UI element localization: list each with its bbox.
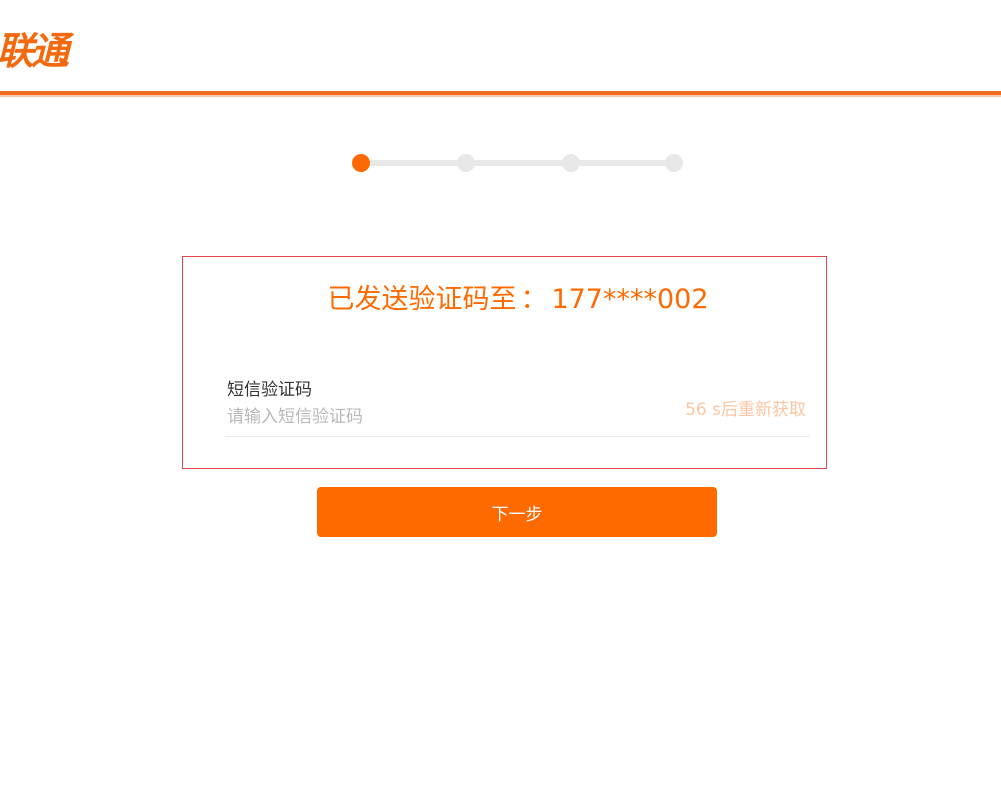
logo[interactable]: 联通 — [0, 28, 69, 74]
progress-stepper — [352, 154, 684, 174]
code-sent-colon: ： — [520, 284, 548, 315]
code-sent-message: 已发送验证码至： 177****002 — [183, 277, 853, 316]
code-sent-prefix: 已发送验证码至 — [327, 284, 517, 315]
logo-text: 联通 — [0, 29, 69, 73]
header-divider-shadow — [0, 95, 1001, 97]
sms-code-input[interactable] — [225, 402, 669, 432]
sms-code-label: 短信验证码 — [227, 380, 312, 400]
step-dot-3 — [562, 154, 580, 172]
step-dot-2 — [457, 154, 475, 172]
stepper-track — [361, 160, 673, 166]
next-step-button[interactable]: 下一步 — [317, 487, 717, 537]
step-dot-1 — [352, 154, 370, 172]
logo-arrow-icon — [60, 57, 69, 67]
sms-code-underline — [225, 436, 810, 437]
header: 联通 — [0, 0, 1001, 92]
masked-phone-number: 177****002 — [551, 284, 709, 315]
verification-card: 已发送验证码至：177****002 短信验证码 56 s后重新获取 — [182, 256, 827, 469]
resend-code-countdown: 56 s后重新获取 — [685, 400, 806, 420]
step-dot-4 — [665, 154, 683, 172]
